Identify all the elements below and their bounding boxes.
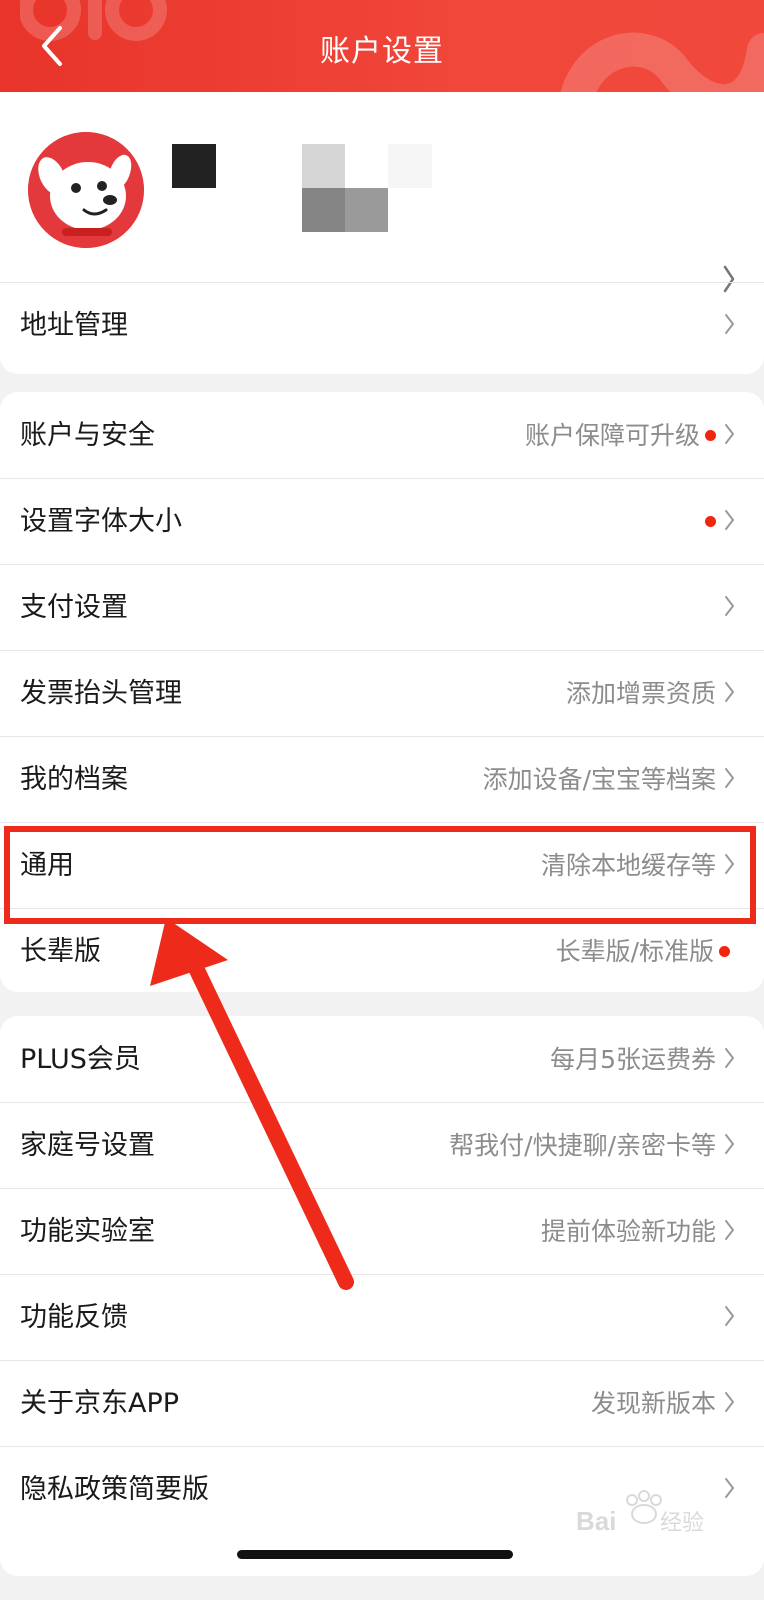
row-label: 我的档案 (20, 764, 128, 795)
row-label: PLUS会员 (20, 1044, 141, 1075)
row-label: 账户与安全 (20, 420, 155, 451)
chevron-right-icon (725, 1392, 734, 1412)
settings-row-general[interactable]: 通用 清除本地缓存等 (0, 822, 764, 909)
home-indicator (237, 1550, 513, 1559)
chevron-right-icon (725, 768, 734, 788)
chevron-right-icon (725, 1478, 734, 1498)
chevron-right-icon (725, 1306, 734, 1326)
nav-bar: 账户设置 (0, 0, 764, 92)
chevron-right-icon (725, 1220, 734, 1240)
chevron-right-icon (725, 510, 734, 530)
profile-card: 地址管理 (0, 92, 764, 374)
row-label: 通用 (20, 850, 74, 881)
baidu-watermark-logo: Bai 经验 (576, 1490, 704, 1536)
settings-row-invoice[interactable]: 发票抬头管理 添加增票资质 (0, 650, 764, 737)
chevron-right-icon (725, 596, 734, 616)
settings-row-feedback[interactable]: 功能反馈 (0, 1274, 764, 1361)
row-value: 提前体验新功能 (540, 1217, 716, 1246)
svg-text:经验: 经验 (660, 1511, 704, 1536)
row-value: 添加设备/宝宝等档案 (482, 765, 716, 794)
row-label: 支付设置 (20, 592, 128, 623)
row-label: 功能反馈 (20, 1302, 128, 1333)
settings-row-font-size[interactable]: 设置字体大小 (0, 478, 764, 565)
settings-row-plus[interactable]: PLUS会员 每月5张运费券 (0, 1016, 764, 1103)
account-section: 账户与安全 账户保障可升级 设置字体大小 支付设置 发票抬头管理 添加增票资质 … (0, 392, 764, 992)
settings-row-address[interactable]: 地址管理 (0, 282, 764, 369)
row-value: 帮我付/快捷聊/亲密卡等 (449, 1131, 716, 1160)
row-value: 每月5张运费券 (550, 1045, 716, 1074)
jd-dog-mascot-icon (28, 132, 144, 248)
svg-text:Bai: Bai (576, 1506, 616, 1536)
row-label: 长辈版 (20, 936, 101, 967)
row-label: 家庭号设置 (20, 1130, 155, 1161)
avatar (28, 132, 144, 248)
row-label: 地址管理 (20, 310, 128, 341)
row-value: 账户保障可升级 (524, 421, 700, 450)
chevron-right-icon (725, 1134, 734, 1154)
page-title: 账户设置 (320, 34, 444, 69)
row-value: 添加增票资质 (565, 679, 716, 708)
settings-row-account-security[interactable]: 账户与安全 账户保障可升级 (0, 392, 764, 479)
chevron-right-icon (725, 682, 734, 702)
settings-row-my-profile[interactable]: 我的档案 添加设备/宝宝等档案 (0, 736, 764, 823)
settings-row-lab[interactable]: 功能实验室 提前体验新功能 (0, 1188, 764, 1275)
chevron-right-icon (725, 424, 734, 444)
settings-row-about[interactable]: 关于京东APP 发现新版本 (0, 1360, 764, 1447)
red-dot-icon (705, 516, 716, 527)
row-value: 清除本地缓存等 (540, 851, 716, 880)
row-label: 发票抬头管理 (20, 678, 182, 709)
row-label: 隐私政策简要版 (20, 1474, 209, 1505)
settings-row-elder-mode[interactable]: 长辈版 长辈版/标准版 (0, 908, 764, 992)
row-label: 功能实验室 (20, 1216, 155, 1247)
settings-row-family[interactable]: 家庭号设置 帮我付/快捷聊/亲密卡等 (0, 1102, 764, 1189)
red-dot-icon (705, 430, 716, 441)
profile-row[interactable] (0, 92, 764, 293)
username-mosaic (172, 144, 432, 232)
chevron-right-icon (725, 854, 734, 874)
row-label: 关于京东APP (20, 1388, 180, 1419)
row-value: 发现新版本 (590, 1389, 716, 1418)
row-value: 长辈版/标准版 (555, 937, 714, 966)
chevron-right-icon (725, 314, 734, 334)
chevron-right-icon (725, 1048, 734, 1068)
settings-row-payment[interactable]: 支付设置 (0, 564, 764, 651)
red-dot-icon (719, 946, 730, 957)
row-label: 设置字体大小 (20, 506, 182, 537)
